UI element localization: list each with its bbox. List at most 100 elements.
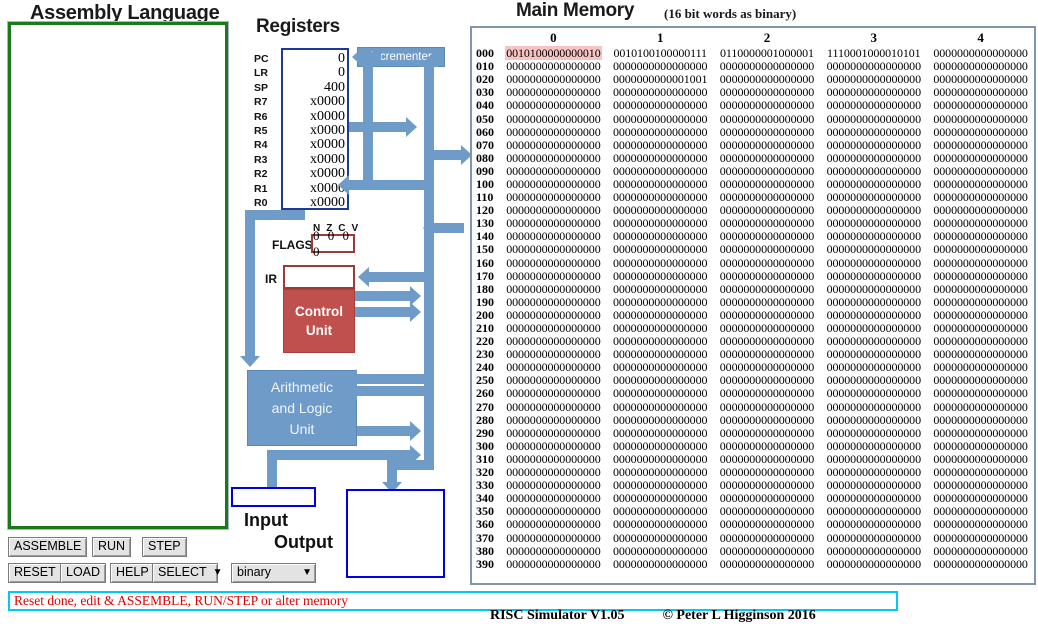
memory-cell-value: 0000000000000000 xyxy=(719,373,815,388)
memory-cell-value: 0000000000000000 xyxy=(933,334,1028,349)
reset-button[interactable]: RESET xyxy=(8,563,62,583)
memory-cell-value: 0000000000000000 xyxy=(933,216,1028,231)
format-dropdown[interactable]: binary ▼ xyxy=(231,563,316,583)
memory-row[interactable]: 200 0000000000000000 0000000000000000 00000… xyxy=(472,308,1034,322)
memory-cell[interactable]: 0000000000000000 xyxy=(500,557,607,572)
memory-row[interactable]: 110 0000000000000000 0000000000000000 00000… xyxy=(472,190,1034,204)
memory-row[interactable]: 280 0000000000000000 0000000000000000 00000… xyxy=(472,413,1034,427)
memory-row[interactable]: 090 0000000000000000 0000000000000000 00000… xyxy=(472,164,1034,178)
register-value-r6[interactable]: x0000 xyxy=(283,109,345,124)
memory-row[interactable]: 270 0000000000000000 0000000000000000 00000… xyxy=(472,399,1034,414)
memory-cell-value: 0000000000000000 xyxy=(826,478,922,493)
register-label-lr: LR xyxy=(254,67,268,80)
memory-row[interactable]: 050 0000000000000000 0000000000000000 00000… xyxy=(472,111,1034,126)
memory-cell-value: 0000000000000000 xyxy=(612,465,708,480)
memory-row[interactable]: 120 0000000000000000 0000000000000000 00000… xyxy=(472,203,1034,217)
memory-row[interactable]: 340 0000000000000000 0000000000000000 00000… xyxy=(472,491,1034,505)
register-value-r1[interactable]: x0000 xyxy=(283,181,345,196)
memory-cell-value: 0000000000000000 xyxy=(826,98,922,113)
register-value-r0[interactable]: x0000 xyxy=(283,196,345,210)
memory-row[interactable]: 170 0000000000000000 0000000000000000 00000… xyxy=(472,268,1034,283)
memory-cell-value: 0000000000000000 xyxy=(612,504,708,519)
memory-cell-value: 0000000000000000 xyxy=(933,386,1028,401)
memory-row[interactable]: 230 0000000000000000 0000000000000000 00000… xyxy=(472,347,1034,361)
memory-cell-value: 0000000000000000 xyxy=(612,150,708,165)
memory-row[interactable]: 140 0000000000000000 0000000000000000 00000… xyxy=(472,229,1034,243)
memory-row[interactable]: 380 0000000000000000 0000000000000000 00000… xyxy=(472,544,1034,558)
memory-cell-value: 0000000000000000 xyxy=(506,137,601,152)
memory-row[interactable]: 000 0010100000000010 0010100100000111 01100… xyxy=(472,46,1034,61)
memory-cell-value: 0000000000000000 xyxy=(612,216,708,231)
run-button[interactable]: RUN xyxy=(92,537,132,557)
main-memory-rows[interactable]: 000 0010100000000010 0010100100000111 01100… xyxy=(472,46,1034,572)
register-value-pc[interactable]: 0 xyxy=(283,52,345,66)
assembly-language-input[interactable] xyxy=(7,21,229,530)
memory-row[interactable]: 320 0000000000000000 0000000000000000 00000… xyxy=(472,465,1034,480)
memory-row[interactable]: 040 0000000000000000 0000000000000000 00000… xyxy=(472,98,1034,113)
memory-row[interactable]: 160 0000000000000000 0000000000000000 00000… xyxy=(472,256,1034,270)
bus-incrementer-to-pc xyxy=(363,52,381,62)
memory-row[interactable]: 100 0000000000000000 0000000000000000 00000… xyxy=(472,177,1034,191)
bus-registers-in xyxy=(349,180,434,190)
register-value-r2[interactable]: x0000 xyxy=(283,167,345,181)
input-label: Input xyxy=(244,510,288,530)
select-dropdown[interactable]: SELECT ▼ xyxy=(152,563,223,583)
register-value-r3[interactable]: x0000 xyxy=(283,152,345,167)
memory-row[interactable]: 060 0000000000000000 0000000000000000 00000… xyxy=(472,125,1034,139)
memory-cell[interactable]: 0000000000000000 xyxy=(927,557,1034,572)
memory-row[interactable]: 180 0000000000000000 0000000000000000 00000… xyxy=(472,282,1034,296)
memory-row[interactable]: 070 0000000000000000 0000000000000000 00000… xyxy=(472,137,1034,152)
memory-cell-value: 0000000000000000 xyxy=(612,451,708,466)
memory-cell-value: 0000000000000000 xyxy=(933,517,1028,532)
memory-row[interactable]: 210 0000000000000000 0000000000000000 00000… xyxy=(472,321,1034,335)
memory-row[interactable]: 370 0000000000000000 0000000000000000 00000… xyxy=(472,531,1034,545)
memory-row[interactable]: 080 0000000000000000 0000000000000000 00000… xyxy=(472,150,1034,165)
load-button[interactable]: LOAD xyxy=(60,563,107,583)
memory-row[interactable]: 300 0000000000000000 0000000000000000 00000… xyxy=(472,438,1034,453)
memory-cell-value: 0000000000000000 xyxy=(719,399,815,414)
memory-row[interactable]: 310 0000000000000000 0000000000000000 00000… xyxy=(472,451,1034,466)
flags-box[interactable]: 0 0 0 0 xyxy=(311,228,355,259)
assemble-button[interactable]: ASSEMBLE xyxy=(8,537,88,557)
memory-cell-value: 0000000000000000 xyxy=(506,111,601,126)
memory-row[interactable]: 190 0000000000000000 0000000000000000 00000… xyxy=(472,294,1034,309)
memory-row[interactable]: 260 0000000000000000 0000000000000000 00000… xyxy=(472,386,1034,401)
step-button[interactable]: STEP xyxy=(142,537,187,557)
main-memory-panel[interactable]: 01234 000 0010100000000010 001010010000011… xyxy=(470,26,1036,585)
memory-row[interactable]: 330 0000000000000000 0000000000000000 00000… xyxy=(472,478,1034,493)
register-value-r7[interactable]: x0000 xyxy=(283,95,345,109)
memory-row[interactable]: 390 0000000000000000 0000000000000000 00000… xyxy=(472,557,1034,572)
memory-row[interactable]: 030 0000000000000000 0000000000000000 00000… xyxy=(472,85,1034,100)
input-field[interactable] xyxy=(231,487,316,507)
memory-row[interactable]: 020 0000000000000000 0000000000001001 00000… xyxy=(472,72,1034,86)
output-field[interactable] xyxy=(346,489,445,578)
memory-cell-value: 0000000000000000 xyxy=(612,85,708,100)
memory-row[interactable]: 360 0000000000000000 0000000000000000 00000… xyxy=(472,517,1034,532)
memory-cell-value: 0000000000000000 xyxy=(933,294,1028,309)
memory-row[interactable]: 150 0000000000000000 0000000000000000 00000… xyxy=(472,242,1034,256)
memory-row[interactable]: 220 0000000000000000 0000000000000000 00000… xyxy=(472,334,1034,349)
help-button[interactable]: HELP xyxy=(110,563,155,583)
memory-cell[interactable]: 0000000000000000 xyxy=(607,557,714,572)
memory-cell[interactable]: 0000000000000000 xyxy=(714,557,821,572)
memory-row[interactable]: 350 0000000000000000 0000000000000000 00000… xyxy=(472,504,1034,519)
memory-row[interactable]: 010 0000000000000000 0000000000000000 00000… xyxy=(472,59,1034,74)
memory-cell-value: 0000000000000000 xyxy=(506,399,601,414)
memory-row[interactable]: 130 0000000000000000 0000000000000000 00000… xyxy=(472,216,1034,231)
register-value-r5[interactable]: x0000 xyxy=(283,124,345,138)
memory-cell[interactable]: 0000000000000000 xyxy=(820,557,927,572)
memory-cell-value: 0000000000000000 xyxy=(612,438,708,453)
arrowhead-down-alu xyxy=(240,356,260,367)
register-value-r4[interactable]: x0000 xyxy=(283,138,345,152)
memory-row[interactable]: 250 0000000000000000 0000000000000000 00000… xyxy=(472,373,1034,388)
memory-cell-value: 0000000000000000 xyxy=(506,360,601,375)
memory-row[interactable]: 290 0000000000000000 0000000000000000 00000… xyxy=(472,426,1034,440)
memory-cell-value: 0000000000000000 xyxy=(612,59,708,74)
memory-column-header-0: 0 xyxy=(550,30,557,45)
memory-cell-value: 0000000000000000 xyxy=(506,268,601,283)
memory-row[interactable]: 240 0000000000000000 0000000000000000 00000… xyxy=(472,360,1034,375)
ir-box[interactable] xyxy=(283,265,355,289)
memory-cell-value: 0000000000000000 xyxy=(719,504,815,519)
register-value-lr[interactable]: 0 xyxy=(283,66,345,80)
register-value-sp[interactable]: 400 xyxy=(283,80,345,95)
